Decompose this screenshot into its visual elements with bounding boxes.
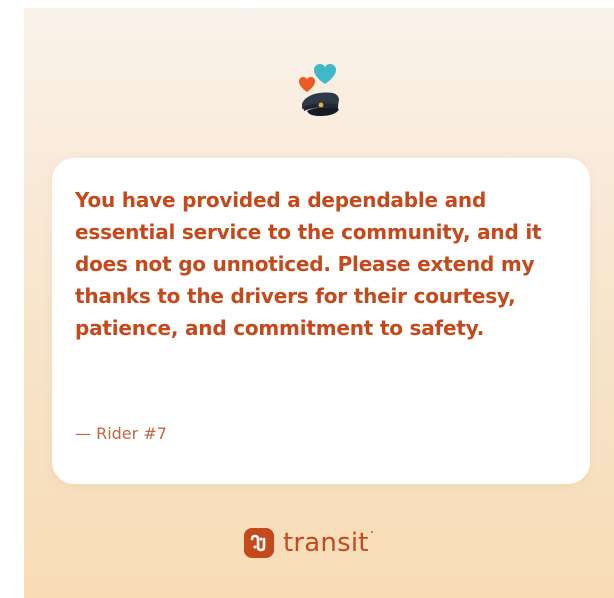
orange-heart-icon <box>299 77 315 92</box>
brand-name: transit <box>283 528 369 558</box>
transit-brand-logo: transit · <box>244 525 375 560</box>
hearts-and-driver-cap-icon <box>287 60 351 124</box>
brand-dot: · <box>369 525 375 541</box>
testimonial-card: You have provided a dependable and essen… <box>52 158 590 484</box>
testimonial-quote: You have provided a dependable and essen… <box>75 188 542 340</box>
thank-you-canvas: You have provided a dependable and essen… <box>24 8 614 598</box>
teal-heart-icon <box>314 64 336 84</box>
testimonial-attribution: — Rider #7 <box>75 424 167 443</box>
transit-logo-icon <box>244 528 274 558</box>
